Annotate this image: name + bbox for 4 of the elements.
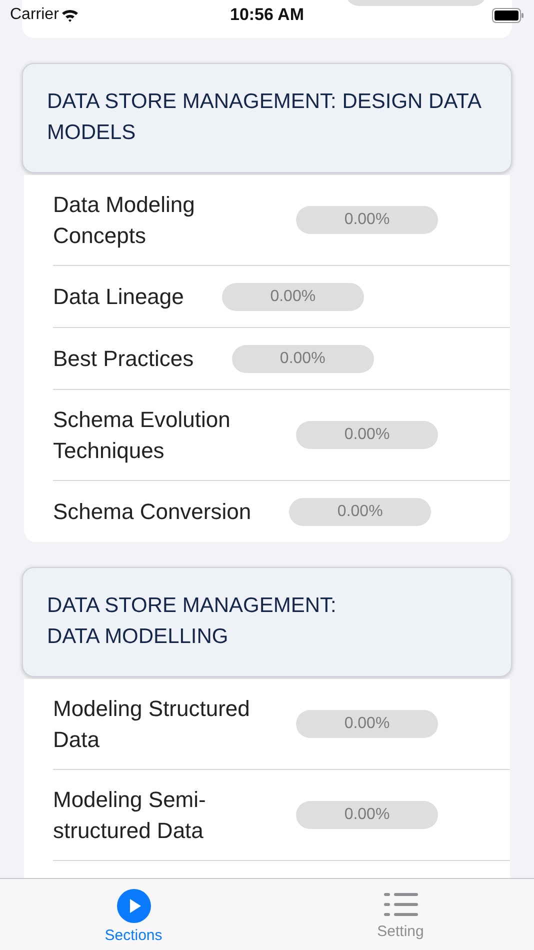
section-title: DATA STORE MANAGEMENT: DATA MODELLING [47, 593, 338, 650]
status-time: 10:56 AM [230, 5, 304, 25]
carrier-label: Carrier [10, 6, 59, 24]
section-title: DATA STORE MANAGEMENT: DESIGN DATA MODELS [47, 89, 482, 146]
